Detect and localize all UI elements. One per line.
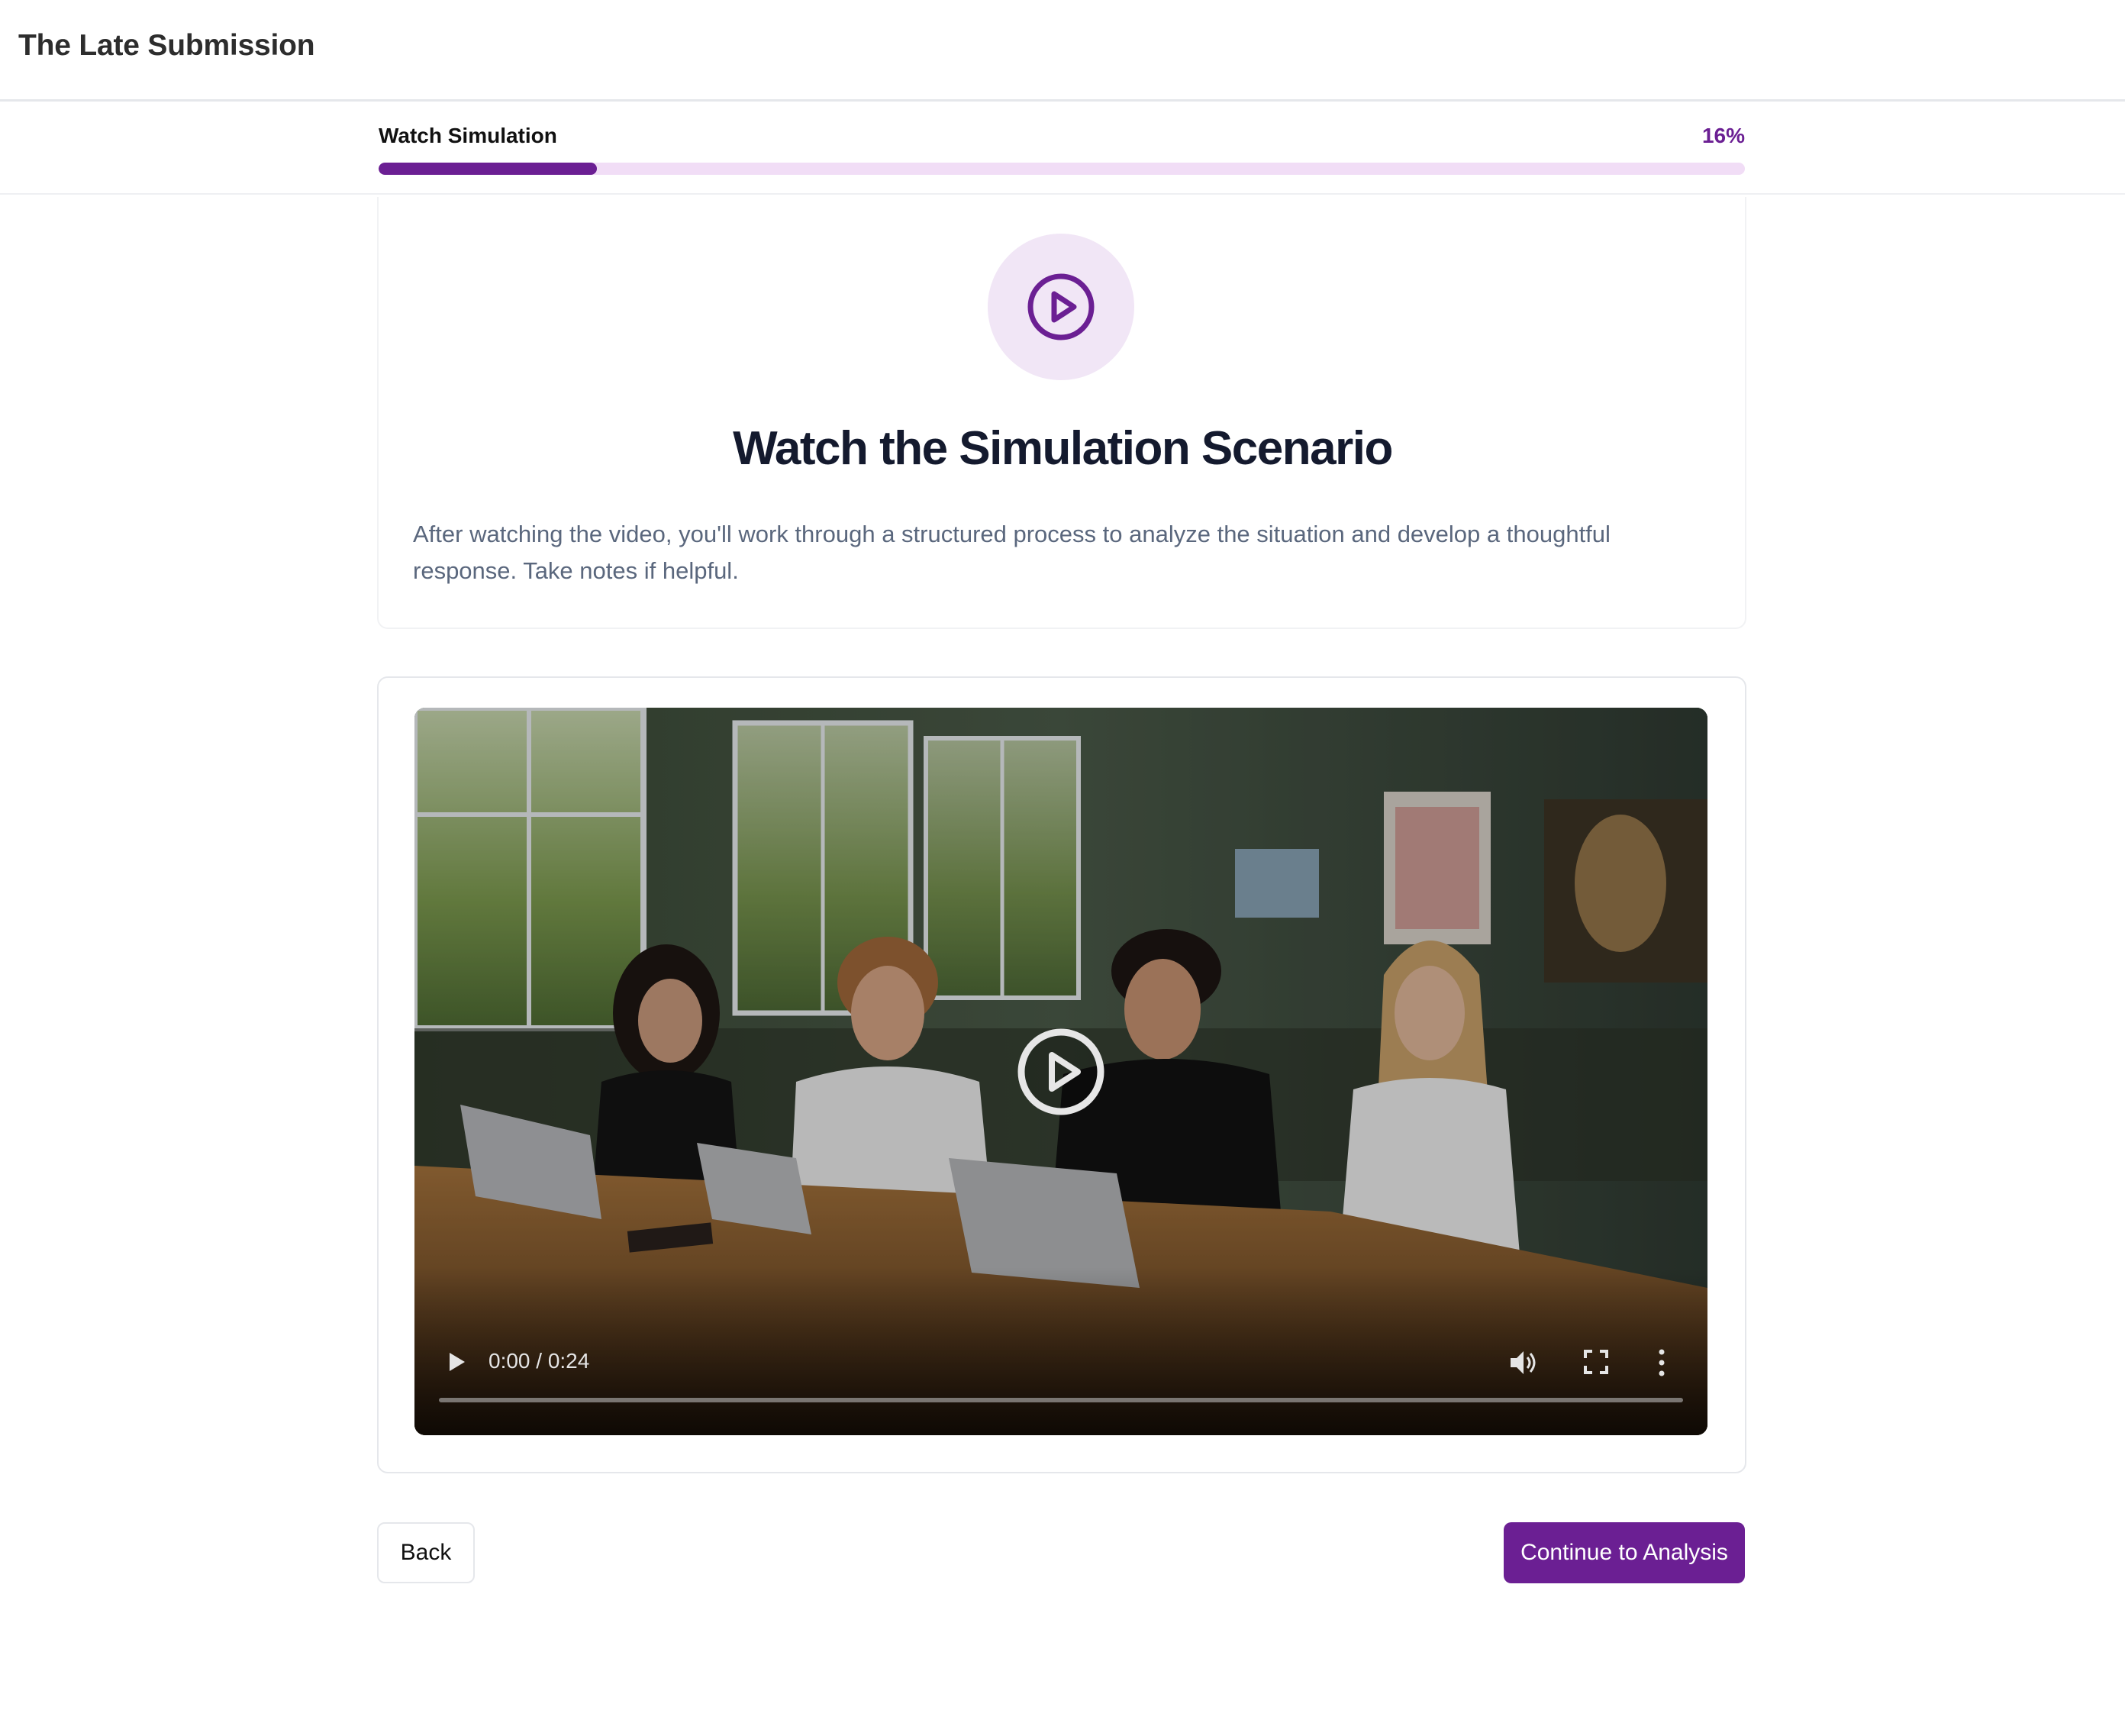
play-icon[interactable] [445, 1350, 468, 1373]
video-play-overlay-icon[interactable] [1015, 1026, 1107, 1118]
fullscreen-icon[interactable] [1583, 1349, 1609, 1375]
continue-to-analysis-button[interactable]: Continue to Analysis [1504, 1522, 1745, 1583]
app-title: The Late Submission [18, 29, 315, 62]
video-player[interactable]: 0:00 / 0:24 [414, 708, 1707, 1435]
video-time-display: 0:00 / 0:24 [489, 1349, 590, 1373]
volume-icon[interactable] [1507, 1347, 1538, 1378]
progress-bar [379, 163, 1745, 175]
video-seek-bar[interactable] [439, 1398, 1683, 1402]
intro-heading: Watch the Simulation Scenario [733, 422, 1393, 475]
intro-description: After watching the video, you'll work th… [413, 521, 1611, 584]
progress-step-label: Watch Simulation [379, 124, 557, 147]
more-options-icon[interactable] [1656, 1347, 1668, 1378]
progress-percent: 16% [1701, 124, 1745, 147]
play-circle-icon [988, 234, 1134, 380]
progress-bar-fill [379, 163, 598, 175]
progress-section: Watch Simulation 16% [0, 103, 2125, 195]
app-header: The Late Submission [0, 0, 2125, 102]
back-button[interactable]: Back [377, 1522, 475, 1583]
